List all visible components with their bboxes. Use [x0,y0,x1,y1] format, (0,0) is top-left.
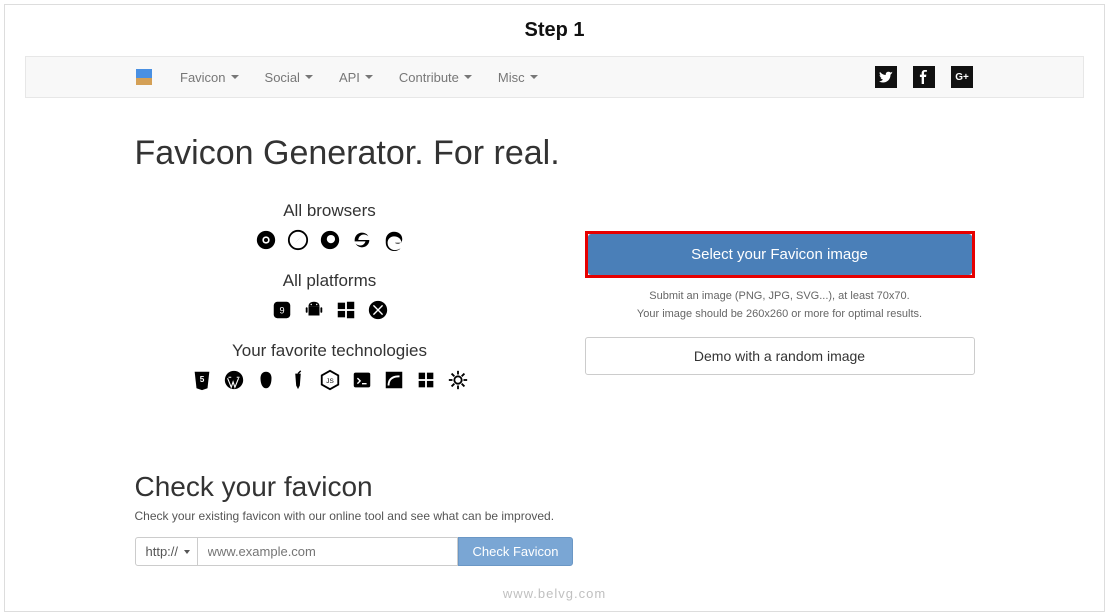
demo-button[interactable]: Demo with a random image [585,337,975,375]
gear-icon [447,369,469,391]
step-title: Step 1 [5,5,1104,56]
twitter-icon[interactable] [875,66,897,88]
platforms-label: All platforms [135,271,525,291]
select-highlight: Select your Favicon image [585,231,975,278]
chevron-down-icon [305,75,313,79]
googleplus-icon[interactable]: G+ [951,66,973,88]
tech-label: Your favorite technologies [135,341,525,361]
url-input[interactable] [198,537,458,566]
main-title: Favicon Generator. For real. [135,134,975,173]
brand-icon[interactable] [136,69,152,85]
hint-line-2: Your image should be 260x260 or more for… [585,306,975,324]
safari-icon [287,229,309,251]
cli-icon [351,369,373,391]
microsoft-icon [415,369,437,391]
hint-line-1: Submit an image (PNG, JPG, SVG...), at l… [585,288,975,306]
chevron-down-icon [530,75,538,79]
ie-icon [351,229,373,251]
nav-misc[interactable]: Misc [498,70,538,85]
nav-social[interactable]: Social [265,70,313,85]
nav-label: Misc [498,70,525,85]
nav-label: API [339,70,360,85]
chevron-down-icon [365,75,373,79]
chevron-down-icon [231,75,239,79]
protocol-select[interactable]: http:// [135,537,198,566]
android-icon [303,299,325,321]
svg-text:JS: JS [326,378,333,385]
hint-text: Submit an image (PNG, JPG, SVG...), at l… [585,288,975,323]
check-favicon-button[interactable]: Check Favicon [458,537,574,566]
gulp-icon [287,369,309,391]
browsers-label: All browsers [135,201,525,221]
chevron-down-icon [464,75,472,79]
chrome-icon [255,229,277,251]
nav-label: Favicon [180,70,226,85]
svg-text:9: 9 [279,306,284,316]
grunt-icon [255,369,277,391]
ios-icon: 9 [271,299,293,321]
svg-text:5: 5 [199,375,204,384]
wordpress-icon [223,369,245,391]
watermark: www.belvg.com [5,586,1104,601]
windows-icon [335,299,357,321]
nav-favicon[interactable]: Favicon [180,70,239,85]
rails-icon [383,369,405,391]
navbar: Favicon Social API Contribute Misc G+ [25,56,1084,98]
facebook-icon[interactable] [913,66,935,88]
macos-icon [367,299,389,321]
edge-icon [383,229,405,251]
nav-label: Contribute [399,70,459,85]
check-subtitle: Check your existing favicon with our onl… [135,509,975,523]
nav-contribute[interactable]: Contribute [399,70,472,85]
nav-api[interactable]: API [339,70,373,85]
select-favicon-button[interactable]: Select your Favicon image [588,234,972,275]
nodejs-icon: JS [319,369,341,391]
html5-icon: 5 [191,369,213,391]
nav-label: Social [265,70,300,85]
check-title: Check your favicon [135,471,975,503]
firefox-icon [319,229,341,251]
